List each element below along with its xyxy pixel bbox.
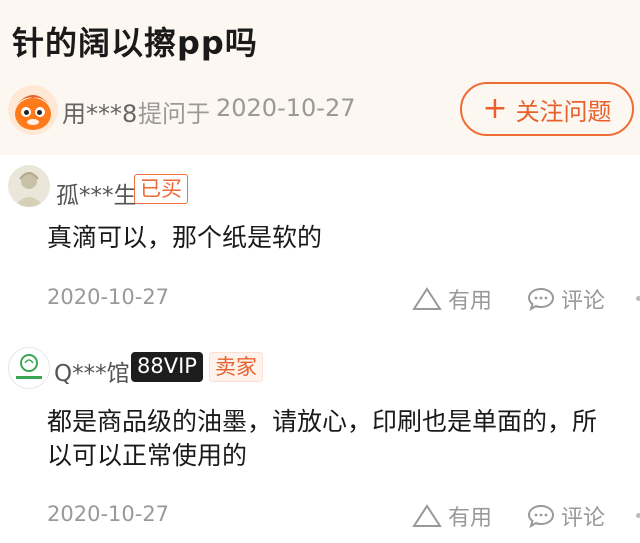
- answer-avatar[interactable]: [8, 165, 50, 207]
- answer-date: 2020-10-27: [47, 502, 170, 526]
- asker-name[interactable]: 用***8: [62, 94, 137, 129]
- comment-label: 评论: [561, 289, 606, 314]
- answer-username[interactable]: Q***馆: [54, 354, 130, 388]
- shop-logo-icon: [9, 348, 49, 388]
- comment-label: 评论: [561, 506, 606, 531]
- answer-avatar[interactable]: [8, 347, 50, 389]
- comment-button[interactable]: 评论: [527, 283, 605, 315]
- mascot-avatar-icon: [8, 85, 58, 135]
- useful-label: 有用: [448, 506, 493, 531]
- answer-date: 2020-10-27: [47, 285, 170, 309]
- more-dot: [636, 296, 640, 301]
- ask-date: 2020-10-27: [216, 94, 356, 122]
- triangle-useful-icon: [412, 504, 442, 527]
- comment-bubble-icon: [527, 504, 555, 529]
- answer-username[interactable]: 孤***生: [56, 176, 137, 210]
- triangle-useful-icon: [412, 287, 442, 310]
- more-dot: [636, 513, 640, 518]
- useful-button[interactable]: 有用: [412, 283, 492, 315]
- answer-content-line: 真滴可以，那个纸是软的: [47, 223, 323, 252]
- comment-button[interactable]: 评论: [527, 500, 605, 532]
- seller-badge: 卖家: [209, 352, 263, 382]
- comment-bubble-icon: [527, 287, 555, 312]
- answer-content-line: 以可以正常使用的: [47, 441, 248, 470]
- question-title: 针的阔以擦pp吗: [12, 24, 258, 62]
- user-photo-icon: [8, 165, 50, 207]
- useful-label: 有用: [448, 289, 493, 314]
- plus-icon: +: [482, 91, 508, 126]
- follow-question-button[interactable]: + 关注问题: [460, 82, 634, 136]
- follow-button-label: 关注问题: [515, 97, 612, 126]
- asker-avatar[interactable]: [8, 85, 58, 135]
- bought-badge: 已买: [134, 174, 188, 204]
- useful-button[interactable]: 有用: [412, 500, 492, 532]
- vip-badge: 88VIP: [131, 352, 203, 382]
- ask-label: 提问于: [138, 100, 210, 128]
